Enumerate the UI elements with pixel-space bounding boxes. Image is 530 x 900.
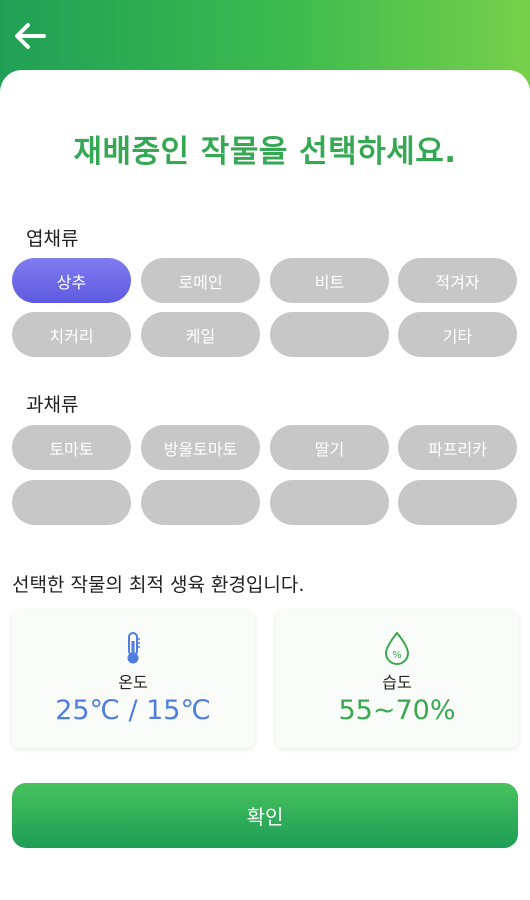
- confirm-button[interactable]: 확인: [12, 783, 518, 848]
- humidity-value: 55~70%: [338, 695, 456, 726]
- chip-strawberry[interactable]: 딸기: [270, 425, 389, 470]
- chip-beet[interactable]: 비트: [270, 258, 389, 303]
- chip-empty-fruit-4[interactable]: [398, 480, 517, 525]
- chip-empty-fruit-3[interactable]: [270, 480, 389, 525]
- chip-empty-fruit-1[interactable]: [12, 480, 131, 525]
- page-title: 재배중인 작물을 선택하세요.: [73, 134, 457, 170]
- app-header: [0, 0, 530, 80]
- svg-text:%: %: [392, 650, 402, 661]
- environment-label: 선택한 작물의 최적 생육 환경입니다.: [12, 574, 305, 596]
- chip-cherry-tomato[interactable]: 방울토마토: [141, 425, 260, 470]
- humidity-name: 습도: [382, 673, 412, 692]
- section-label-fruit: 과채류: [26, 394, 79, 416]
- temperature-name: 온도: [118, 673, 148, 692]
- chip-kale[interactable]: 케일: [141, 312, 260, 357]
- humidity-drop-icon: %: [383, 631, 411, 669]
- chip-empty-leafy[interactable]: [270, 312, 389, 357]
- chip-lettuce[interactable]: 상추: [12, 258, 131, 303]
- chip-chicory[interactable]: 치커리: [12, 312, 131, 357]
- section-label-leafy: 엽채류: [26, 228, 79, 250]
- chip-romaine[interactable]: 로메인: [141, 258, 260, 303]
- temperature-value: 25℃ / 15℃: [55, 695, 211, 726]
- thermometer-icon: [123, 631, 143, 669]
- chip-empty-fruit-2[interactable]: [141, 480, 260, 525]
- temperature-card: 온도 25℃ / 15℃: [12, 611, 254, 748]
- chip-tomato[interactable]: 토마토: [12, 425, 131, 470]
- chip-other[interactable]: 기타: [398, 312, 517, 357]
- back-button[interactable]: [10, 18, 50, 54]
- chip-red-mustard[interactable]: 적겨자: [398, 258, 517, 303]
- chip-paprika[interactable]: 파프리카: [398, 425, 517, 470]
- arrow-left-icon: [15, 23, 46, 49]
- humidity-card: % 습도 55~70%: [276, 611, 518, 748]
